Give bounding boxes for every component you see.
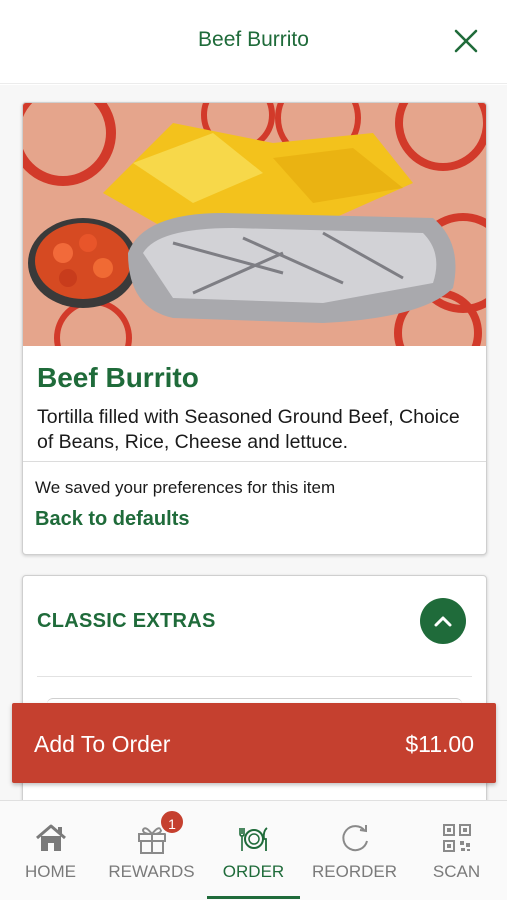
item-card: Beef Burrito Tortilla filled with Season… (22, 102, 487, 555)
qr-code-icon (442, 824, 471, 852)
bottom-tab-bar: HOME 1 REWARDS ORDER REORDER SCAN (0, 800, 507, 900)
collapse-button[interactable] (420, 598, 466, 644)
add-to-order-button[interactable]: Add To Order $11.00 (12, 703, 496, 783)
page-title: Beef Burrito (198, 28, 309, 51)
scroll-content[interactable]: Beef Burrito Tortilla filled with Season… (0, 85, 507, 800)
home-icon (35, 824, 66, 851)
preferences-note: We saved your preferences for this item (35, 478, 336, 497)
close-button[interactable] (451, 26, 481, 56)
item-description: Tortilla filled with Seasoned Ground Bee… (37, 406, 460, 453)
tab-label: REWARDS (108, 862, 195, 881)
refresh-icon (341, 825, 368, 852)
close-icon (454, 29, 478, 53)
tab-reorder[interactable]: REORDER (304, 801, 405, 900)
divider (23, 461, 486, 462)
item-photo (23, 103, 486, 346)
section-title: CLASSIC EXTRAS (37, 610, 216, 632)
tab-label: ORDER (222, 862, 285, 881)
tab-label: SCAN (432, 862, 481, 881)
active-tab-indicator (207, 896, 300, 899)
tab-label: REORDER (311, 862, 397, 881)
tab-label: HOME (25, 862, 76, 881)
notification-badge: 1 (159, 809, 185, 835)
order-price: $11.00 (405, 731, 474, 757)
divider (37, 676, 472, 677)
tab-order[interactable]: ORDER (203, 801, 304, 900)
dinner-plate-icon (238, 827, 268, 851)
tab-rewards[interactable]: 1 REWARDS (101, 801, 202, 900)
top-bar: Beef Burrito (0, 0, 507, 84)
tab-home[interactable]: HOME (0, 801, 101, 900)
back-to-defaults-link[interactable]: Back to defaults (35, 508, 189, 531)
chevron-up-icon (434, 616, 452, 627)
item-name: Beef Burrito (37, 362, 199, 393)
tab-scan[interactable]: SCAN (406, 801, 507, 900)
add-to-order-label: Add To Order (34, 731, 171, 757)
